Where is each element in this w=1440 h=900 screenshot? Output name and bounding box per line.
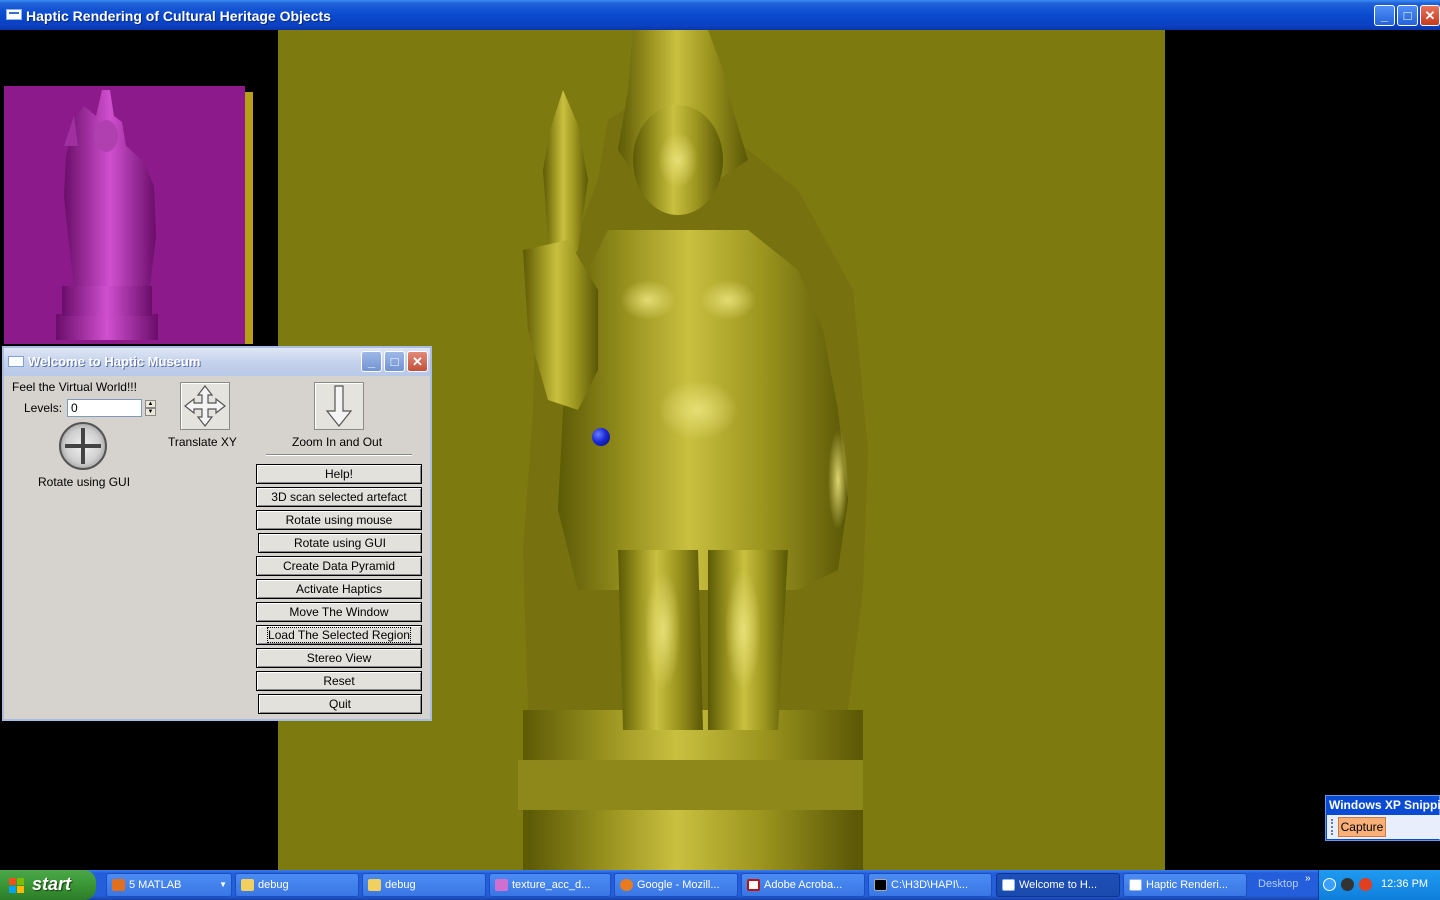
create-data-pyramid-button[interactable]: Create Data Pyramid (256, 556, 422, 576)
taskbar-item-label: debug (385, 879, 416, 891)
zoom-button[interactable] (314, 382, 364, 430)
main-window-title: Haptic Rendering of Cultural Heritage Ob… (26, 8, 331, 24)
firefox-icon (620, 879, 633, 891)
windows-logo-icon (9, 878, 25, 893)
artefact-thumbnail[interactable] (4, 86, 245, 344)
haptic-cursor-icon (592, 428, 610, 446)
acrobat-icon (747, 879, 760, 891)
thumbnail-edge (245, 92, 253, 344)
grip-handle-icon[interactable] (1331, 819, 1334, 835)
rotate-gui-label: Rotate using GUI (38, 475, 131, 489)
browser-icon[interactable] (1359, 878, 1372, 891)
taskbar-item-console[interactable]: C:\H3D\HAPI\... (868, 873, 992, 897)
taskbar-item-label: debug (258, 879, 289, 891)
chevron-right-icon[interactable]: » (1305, 873, 1311, 884)
dialog-title: Welcome to Haptic Museum (28, 354, 201, 369)
activate-haptics-button[interactable]: Activate Haptics (256, 579, 422, 599)
app-window-icon (6, 9, 22, 20)
taskbar-item-debug-1[interactable]: debug (235, 873, 359, 897)
folder-icon (368, 879, 381, 891)
taskbar-item-label: Haptic Renderi... (1146, 879, 1228, 891)
back-arrow-icon[interactable] (1323, 878, 1336, 891)
crosshair-v-icon (81, 428, 85, 464)
dialog-minimize-button[interactable]: _ (361, 351, 382, 372)
taskbar-item-debug-2[interactable]: debug (362, 873, 486, 897)
taskbar-item-texture[interactable]: texture_acc_d... (489, 873, 611, 897)
taskbar-item-acrobat[interactable]: Adobe Acroba... (741, 873, 865, 897)
minimize-button[interactable]: _ (1374, 5, 1395, 26)
feel-text: Feel the Virtual World!!! (12, 380, 137, 394)
spin-up-icon[interactable]: ▲ (145, 400, 156, 408)
translate-xy-button[interactable] (180, 382, 230, 430)
move-arrows-icon (184, 385, 226, 427)
scan-artefact-button[interactable]: 3D scan selected artefact (256, 487, 422, 507)
spin-down-icon[interactable]: ▼ (145, 408, 156, 416)
main-window-titlebar[interactable]: Haptic Rendering of Cultural Heritage Ob… (0, 0, 1440, 30)
start-button[interactable]: start (0, 870, 96, 900)
taskbar-item-label: Google - Mozill... (637, 879, 720, 891)
taskbar-item-haptic[interactable]: Haptic Renderi... (1123, 873, 1247, 897)
taskbar-item-firefox[interactable]: Google - Mozill... (614, 873, 738, 897)
image-icon (495, 879, 508, 891)
clock[interactable]: 12:36 PM (1381, 878, 1428, 890)
rotate-gui-button[interactable]: Rotate using GUI (258, 533, 422, 553)
desktop-toolbar-label[interactable]: Desktop (1258, 878, 1298, 890)
matlab-icon (112, 879, 125, 891)
dialog-close-button[interactable]: ✕ (407, 351, 428, 372)
snipping-tool-toolbar: Windows XP Snipping Capture (1325, 795, 1440, 841)
thumbnail-statue-image (56, 90, 158, 340)
stereo-view-button[interactable]: Stereo View (256, 648, 422, 668)
reset-button[interactable]: Reset (256, 671, 422, 691)
zoom-label: Zoom In and Out (292, 435, 383, 449)
levels-spinner[interactable]: ▲ ▼ (145, 400, 156, 417)
app-window-icon (1002, 879, 1015, 891)
separator (266, 454, 412, 456)
right-panel-background (1165, 30, 1440, 870)
network-icon[interactable] (1341, 878, 1354, 891)
levels-label: Levels: (24, 401, 63, 415)
capture-button[interactable]: Capture (1338, 817, 1386, 837)
dialog-titlebar[interactable]: Welcome to Haptic Museum _ □ ✕ (4, 348, 430, 376)
start-label: start (32, 874, 72, 894)
zoom-arrow-icon (325, 385, 353, 427)
taskbar-item-label: texture_acc_d... (512, 879, 591, 891)
help-button[interactable]: Help! (256, 464, 422, 484)
system-tray: 12:36 PM (1318, 870, 1440, 900)
console-icon (874, 879, 887, 891)
load-selected-region-button[interactable]: Load The Selected Region (256, 625, 422, 645)
snipping-tool-body: Capture (1327, 815, 1440, 839)
taskbar-item-label: 5 MATLAB (129, 879, 182, 891)
taskbar-item-label: Welcome to H... (1019, 879, 1098, 891)
move-window-button[interactable]: Move The Window (256, 602, 422, 622)
app-window-icon (1129, 879, 1142, 891)
rotate-mouse-button[interactable]: Rotate using mouse (256, 510, 422, 530)
dialog-app-icon (8, 356, 24, 367)
taskbar: start 5 MATLAB ▼ debug debug texture_acc… (0, 870, 1440, 900)
taskbar-item-label: C:\H3D\HAPI\... (891, 879, 969, 891)
maximize-button[interactable]: □ (1397, 5, 1418, 26)
folder-icon (241, 879, 254, 891)
snipping-tool-title: Windows XP Snipping (1329, 798, 1440, 812)
close-button[interactable]: ✕ (1420, 5, 1440, 26)
rotate-gui-wheel[interactable] (59, 422, 107, 470)
haptic-museum-dialog: Welcome to Haptic Museum _ □ ✕ Feel the … (2, 346, 432, 721)
taskbar-item-welcome[interactable]: Welcome to H... (996, 873, 1120, 897)
quit-button[interactable]: Quit (258, 694, 422, 714)
translate-xy-label: Translate XY (168, 435, 237, 449)
taskbar-item-label: Adobe Acroba... (764, 879, 843, 891)
taskbar-item-matlab[interactable]: 5 MATLAB ▼ (106, 873, 232, 897)
chevron-down-icon: ▼ (219, 880, 227, 889)
dialog-maximize-button[interactable]: □ (384, 351, 405, 372)
levels-input[interactable]: 0 (67, 399, 142, 417)
